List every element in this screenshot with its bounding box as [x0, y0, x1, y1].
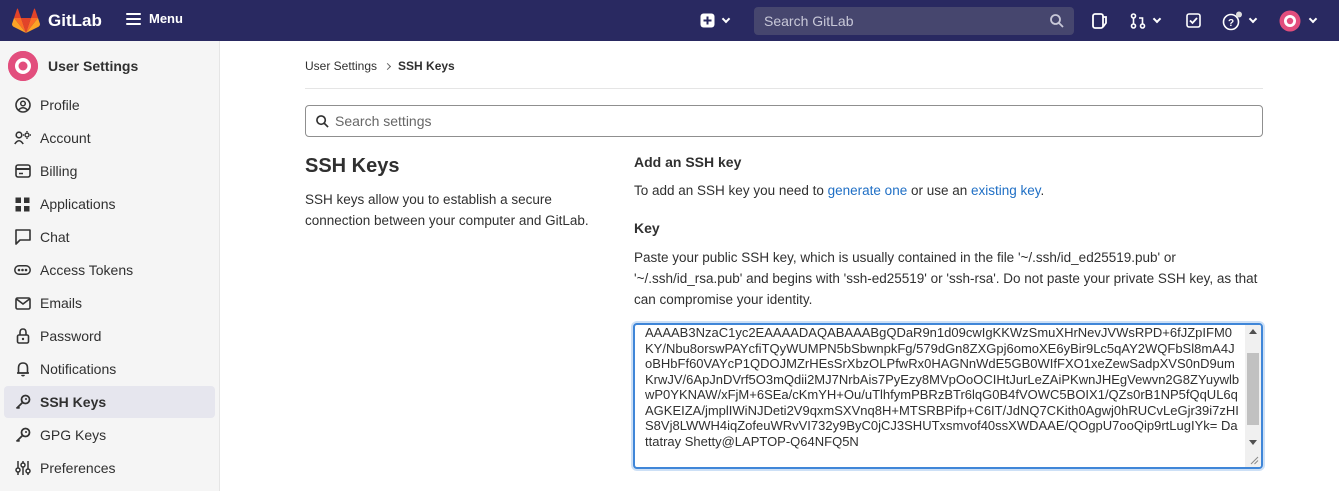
sidebar-item-label: Account: [40, 130, 91, 146]
existing-key-link[interactable]: existing key: [971, 183, 1041, 198]
scroll-up-icon[interactable]: [1249, 329, 1257, 334]
help-button[interactable]: ?: [1222, 10, 1258, 31]
chevron-down-icon: [1308, 14, 1318, 24]
scroll-down-icon[interactable]: [1249, 440, 1257, 445]
key-textarea-value[interactable]: AAAAB3NzaC1yc2EAAAADAQABAAABgQDaR9n1d09c…: [645, 325, 1240, 449]
sidebar-header[interactable]: User Settings: [8, 51, 138, 81]
key-icon: [14, 394, 31, 411]
settings-sidebar: User Settings Profile Account Billing Ap…: [0, 41, 220, 491]
gitlab-logo-icon[interactable]: [12, 8, 40, 34]
global-search-input[interactable]: [764, 13, 1050, 29]
sidebar-item-label: Access Tokens: [40, 262, 134, 278]
chevron-down-icon: [1248, 14, 1258, 24]
avatar-icon: [1279, 10, 1301, 31]
sidebar-item-password[interactable]: Password: [4, 320, 215, 352]
lock-icon: [14, 328, 31, 345]
sidebar-title: User Settings: [48, 58, 139, 74]
textarea-scrollbar[interactable]: [1245, 325, 1261, 467]
sidebar-item-label: Chat: [40, 229, 70, 245]
page-title: SSH Keys: [305, 155, 400, 177]
sidebar-item-applications[interactable]: Applications: [4, 188, 215, 220]
plus-square-icon: [700, 13, 715, 28]
breadcrumb-parent[interactable]: User Settings: [305, 59, 377, 73]
sidebar-item-label: Password: [40, 328, 102, 344]
profile-icon: [14, 97, 31, 114]
sidebar-item-label: Notifications: [40, 361, 117, 377]
create-new-button[interactable]: [700, 10, 731, 31]
divider: [305, 88, 1263, 89]
merge-request-icon: [1130, 12, 1146, 29]
sidebar-item-notifications[interactable]: Notifications: [4, 353, 215, 385]
billing-icon: [14, 163, 31, 180]
sidebar-item-access-tokens[interactable]: Access Tokens: [4, 254, 215, 286]
key-textarea[interactable]: AAAAB3NzaC1yc2EAAAADAQABAAABgQDaR9n1d09c…: [633, 323, 1263, 469]
generate-one-link[interactable]: generate one: [828, 183, 908, 198]
breadcrumb-current[interactable]: SSH Keys: [398, 59, 455, 73]
help-icon: ?: [1222, 11, 1242, 30]
top-navbar: GitLab Menu Search GitLab ?: [0, 0, 1339, 41]
issues-button[interactable]: [1092, 10, 1107, 31]
preferences-icon: [14, 460, 31, 477]
token-icon: [14, 262, 31, 279]
sidebar-item-account[interactable]: Account: [4, 122, 215, 154]
chevron-down-icon: [1152, 14, 1162, 24]
email-icon: [14, 295, 31, 312]
menu-button[interactable]: Menu: [126, 11, 183, 26]
chevron-down-icon: [721, 14, 731, 24]
breadcrumb: User Settings SSH Keys: [305, 59, 455, 73]
hamburger-icon: [126, 12, 141, 25]
global-search[interactable]: [754, 7, 1074, 35]
add-key-heading: Add an SSH key: [634, 154, 742, 170]
key-icon: [14, 427, 31, 444]
key-help-text: Paste your public SSH key, which is usua…: [634, 250, 1258, 307]
sidebar-item-chat[interactable]: Chat: [4, 221, 215, 253]
sidebar-item-label: Profile: [40, 97, 80, 113]
add-key-description: To add an SSH key you need to generate o…: [634, 183, 1044, 198]
sidebar-item-label: Billing: [40, 163, 78, 179]
add-key-desc-prefix: To add an SSH key you need to: [634, 183, 828, 198]
avatar: [8, 51, 38, 81]
user-menu-button[interactable]: [1279, 10, 1318, 31]
sidebar-item-gpg-keys[interactable]: GPG Keys: [4, 419, 215, 451]
key-label: Key: [634, 220, 660, 236]
settings-search-input[interactable]: [335, 113, 1262, 129]
todo-check-icon: [1186, 13, 1201, 28]
search-icon: [316, 114, 329, 128]
add-key-desc-middle: or use an: [907, 183, 972, 198]
add-key-desc-suffix: .: [1040, 183, 1045, 198]
chevron-right-icon: [383, 62, 392, 70]
svg-text:?: ?: [1228, 18, 1234, 29]
issues-icon: [1092, 12, 1107, 29]
section-description: SSH keys allow you to establish a secure…: [305, 192, 589, 228]
scrollbar-thumb[interactable]: [1247, 353, 1259, 425]
sidebar-item-profile[interactable]: Profile: [4, 89, 215, 121]
resize-handle-icon[interactable]: [1249, 455, 1259, 465]
sidebar-item-label: Preferences: [40, 460, 116, 476]
bell-icon: [14, 361, 31, 378]
sidebar-item-preferences[interactable]: Preferences: [4, 452, 215, 484]
sidebar-item-ssh-keys[interactable]: SSH Keys: [4, 386, 215, 418]
merge-requests-button[interactable]: [1130, 10, 1162, 31]
sidebar-item-label: Applications: [40, 196, 116, 212]
applications-icon: [14, 196, 31, 213]
account-icon: [14, 130, 31, 147]
brand-name[interactable]: GitLab: [48, 11, 102, 31]
sidebar-item-emails[interactable]: Emails: [4, 287, 215, 319]
search-icon: [1050, 14, 1064, 28]
settings-search[interactable]: [305, 105, 1263, 137]
todos-button[interactable]: [1186, 10, 1201, 31]
sidebar-item-billing[interactable]: Billing: [4, 155, 215, 187]
sidebar-item-label: Emails: [40, 295, 83, 311]
chat-icon: [14, 229, 31, 246]
sidebar-item-label: GPG Keys: [40, 427, 107, 443]
sidebar-item-label: SSH Keys: [40, 394, 107, 410]
menu-label: Menu: [149, 11, 183, 26]
